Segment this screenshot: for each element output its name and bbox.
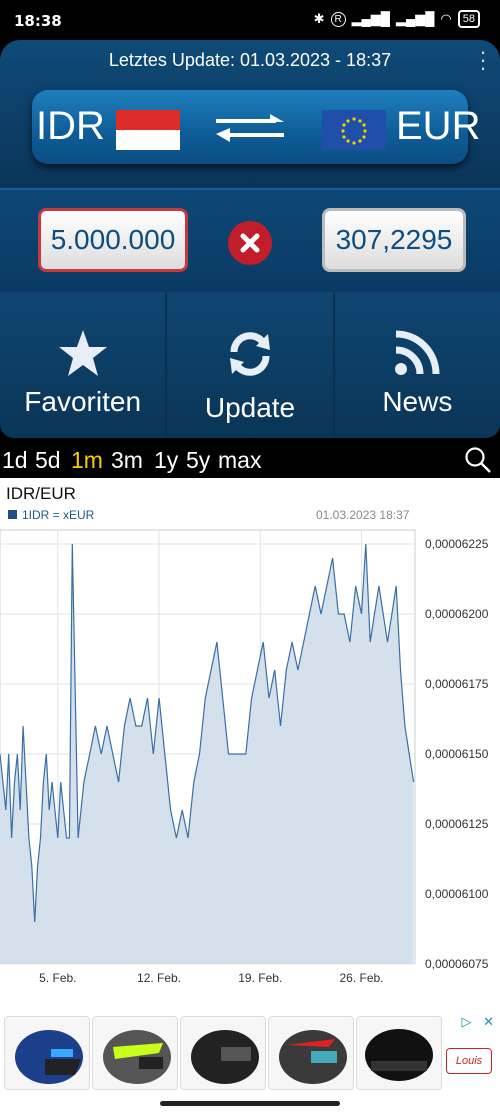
ad-helmet-1[interactable] — [4, 1016, 90, 1090]
chart-title: IDR/EUR — [6, 484, 76, 503]
ad-brand-logo[interactable]: Louis — [446, 1048, 492, 1074]
rss-icon — [395, 330, 440, 375]
swap-arrows-icon[interactable] — [212, 110, 288, 146]
ad-badges: ▷ ✕ — [461, 1014, 494, 1030]
refresh-icon — [229, 332, 270, 376]
currency-pair-selector: IDR EUR — [32, 90, 480, 164]
range-1d[interactable]: 1d — [2, 447, 28, 474]
nav-news-label: News — [382, 386, 453, 417]
header-panel: Letztes Update: 01.03.2023 - 18:37 · · · I… — [0, 40, 500, 438]
last-update-label: Letztes Update: 01.03.2023 - 18:37 — [108, 50, 392, 70]
registered-icon: R — [330, 11, 346, 27]
y-tick-label: 0,00006175 — [425, 677, 489, 691]
home-indicator — [160, 1101, 340, 1106]
main-nav: Favoriten Update News — [0, 292, 500, 438]
range-1y[interactable]: 1y — [154, 447, 178, 474]
wifi-icon: ◠ — [440, 11, 452, 26]
ad-helmet-3[interactable] — [180, 1016, 266, 1090]
y-tick-label: 0,00006125 — [425, 817, 489, 831]
range-5y[interactable]: 5y — [186, 447, 210, 474]
y-tick-label: 0,00006150 — [425, 747, 489, 761]
range-max[interactable]: max — [218, 447, 261, 474]
flag-indonesia-icon[interactable] — [116, 110, 180, 150]
chart-timestamp: 01.03.2023 18:37 — [316, 508, 410, 522]
bluetooth-icon: ✱ — [313, 11, 325, 26]
to-currency-code[interactable]: EUR — [396, 104, 480, 149]
chart-legend: 1IDR = xEUR — [8, 508, 94, 522]
amount-row: 5.000.000 307,2295 — [0, 188, 500, 292]
chart-canvas: 0,00006225 0,00006200 0,00006175 0,00006150… — [0, 529, 489, 985]
ad-helmet-2[interactable] — [92, 1016, 178, 1090]
nav-update-label: Update — [204, 392, 296, 423]
y-tick-label: 0,00006075 — [425, 957, 489, 971]
status-icons: ✱ R ▂▄▆█ ▂▄▆█ ◠ 58 — [314, 10, 480, 28]
x-tick-label: 5. Feb. — [39, 971, 76, 985]
x-tick-label: 19. Feb. — [238, 971, 282, 985]
range-3m[interactable]: 3m — [111, 447, 143, 474]
nav-update[interactable]: Update — [167, 292, 335, 438]
nav-favoriten[interactable]: Favoriten — [0, 292, 168, 438]
close-icon[interactable]: ✕ — [483, 1014, 494, 1029]
nav-favoriten-label: Favoriten — [24, 386, 142, 417]
y-tick-label: 0,00006200 — [425, 607, 489, 621]
ad-helmet-4[interactable] — [268, 1016, 354, 1090]
y-tick-label: 0,00006225 — [425, 537, 489, 551]
ad-cap[interactable] — [356, 1016, 442, 1090]
status-bar: 18:38 ✱ R ▂▄▆█ ▂▄▆█ ◠ 58 — [0, 0, 500, 40]
status-time: 18:38 — [14, 12, 62, 30]
nav-news[interactable]: News — [334, 292, 500, 438]
battery-icon: 58 — [457, 10, 480, 28]
range-selector: 1d 5d 1m 3m 1y 5y max — [0, 440, 500, 478]
clear-amount-button[interactable] — [228, 221, 272, 265]
legend-swatch — [8, 510, 17, 519]
flag-eu-icon[interactable] — [322, 110, 386, 150]
from-currency-code[interactable]: IDR — [36, 104, 105, 149]
star-icon — [58, 330, 107, 376]
ad-banner[interactable]: ▷ ✕ Louis — [0, 1000, 500, 1112]
x-tick-label: 26. Feb. — [339, 971, 383, 985]
signal-icon-2: ▂▄▆█ — [395, 11, 435, 26]
legend-label: 1IDR = xEUR — [22, 508, 95, 522]
x-tick-label: 12. Feb. — [137, 971, 181, 985]
signal-icon: ▂▄▆█ — [351, 11, 390, 26]
adchoices-icon[interactable]: ▷ — [461, 1014, 471, 1029]
search-icon[interactable] — [464, 446, 492, 474]
price-chart[interactable]: 0,00006225 0,00006200 0,00006175 0,00006150… — [0, 478, 500, 1000]
range-1m[interactable]: 1m — [71, 447, 103, 474]
overflow-menu-icon[interactable]: · · · — [478, 41, 488, 79]
from-amount-field[interactable]: 5.000.000 — [38, 208, 188, 272]
to-amount-field[interactable]: 307,2295 — [322, 208, 466, 272]
range-5d[interactable]: 5d — [35, 447, 61, 474]
close-icon — [240, 233, 260, 253]
y-tick-label: 0,00006100 — [425, 887, 489, 901]
